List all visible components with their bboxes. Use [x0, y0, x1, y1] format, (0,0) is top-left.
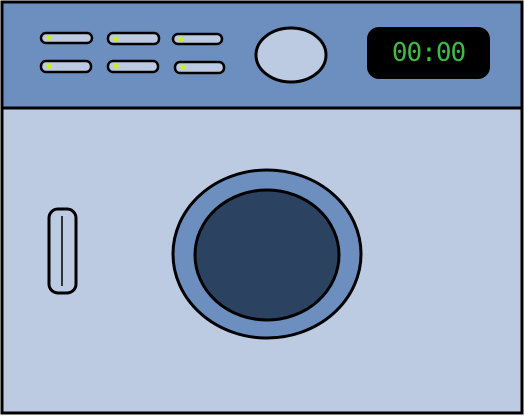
program-button-row-2: [39, 59, 226, 75]
indicator-light-2: [113, 36, 119, 42]
timer-display: 00:00: [367, 27, 490, 79]
timer-display-text: 00:00: [391, 38, 466, 68]
program-button-row-1: [39, 31, 224, 46]
washing-machine: 00:00: [0, 0, 524, 416]
indicator-light-1: [46, 35, 52, 41]
indicator-light-5: [113, 63, 119, 69]
drum-door-icon: [193, 188, 341, 322]
indicator-light-3: [178, 36, 184, 42]
indicator-light-6: [180, 64, 186, 70]
dial-knob-icon[interactable]: [254, 26, 328, 84]
indicator-light-4: [46, 63, 52, 69]
